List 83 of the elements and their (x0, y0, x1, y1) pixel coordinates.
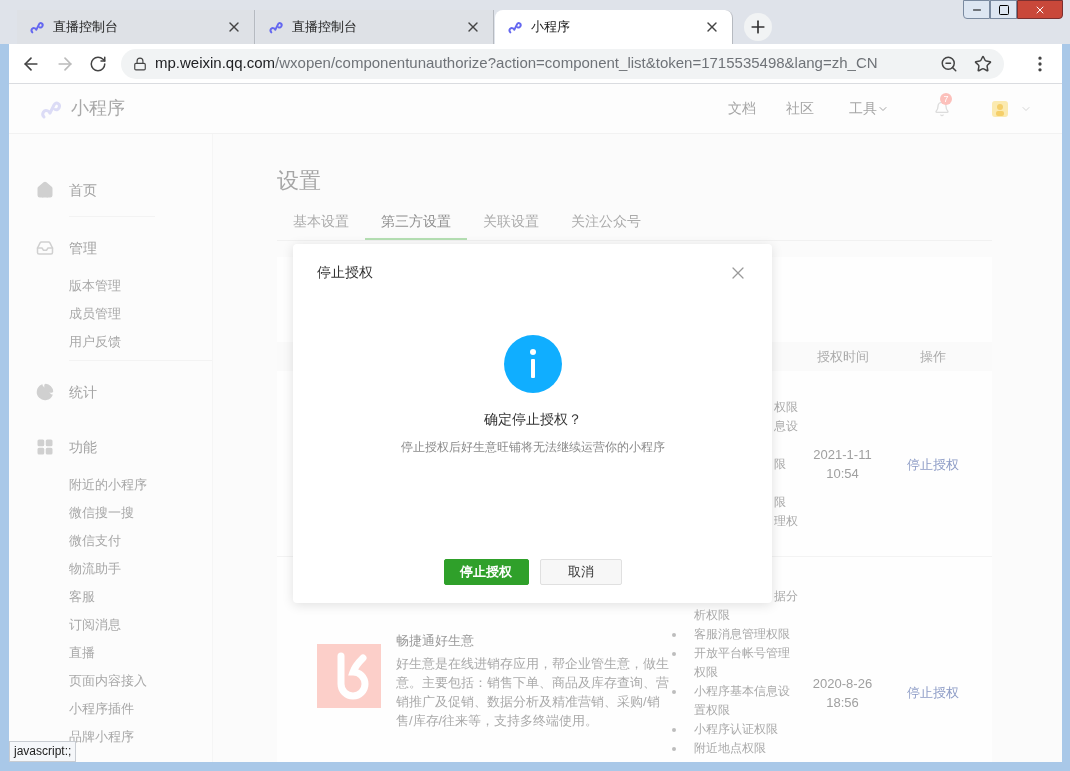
sidebar-item[interactable]: 版本管理 (69, 278, 121, 294)
permission-text: 权限 (774, 399, 798, 416)
permission-text: 息设 (774, 418, 798, 435)
column-header: 操作 (918, 347, 947, 366)
sidebar-item[interactable]: 成员管理 (69, 306, 121, 322)
browser-tab[interactable]: 直播控制台 (17, 10, 255, 44)
lock-icon (133, 56, 147, 71)
sidebar-item[interactable]: 客服 (69, 589, 95, 605)
cancel-button[interactable]: 取消 (539, 559, 622, 585)
tab-title: 小程序 (531, 18, 571, 37)
page-title: 设置 (277, 167, 322, 195)
maximize-icon (997, 3, 1010, 16)
logo-text: 小程序 (71, 97, 125, 120)
permission-text: 小程序认证权限 (694, 721, 779, 738)
permission-text: 附近地点权限 (694, 740, 767, 757)
dialog-message: 停止授权后好生意旺铺将无法继续运营你的小程序 (400, 439, 665, 456)
bookmark-star-icon[interactable] (974, 54, 992, 73)
sidebar-item[interactable]: 物流助手 (69, 561, 121, 577)
app-description: 好生意是在线进销存应用，帮企业管生意，做生意。主要包括：销售下单、商品及库存查询、营销推广及促销、数据分析及精准营销、采购/销售/库存/往来等，支持多终端使用。 (396, 655, 670, 730)
browser-tab[interactable]: 小程序 (495, 10, 733, 44)
tab-favicon-icon (29, 19, 45, 35)
home-icon (36, 181, 54, 199)
app-logo-icon (317, 644, 381, 708)
permission-text: 据分 (774, 588, 798, 605)
sidebar-section[interactable]: 管理 (69, 237, 97, 259)
bullet-icon (672, 633, 676, 637)
sidebar-item[interactable]: 页面内容接入 (69, 673, 147, 689)
settings-tab[interactable]: 关注公众号 (555, 211, 657, 240)
permission-text: 理权 (774, 513, 798, 530)
tab-title: 直播控制台 (53, 18, 119, 37)
tab-title: 直播控制台 (292, 18, 358, 37)
nav-link[interactable]: 文档 (728, 98, 756, 119)
confirm-button[interactable]: 停止授权 (443, 559, 529, 585)
sidebar-item[interactable]: 直播 (69, 645, 95, 661)
reload-icon[interactable] (89, 54, 107, 73)
auth-time: 2021-1-11 (813, 446, 872, 464)
dialog-heading: 确定停止授权？ (483, 410, 582, 429)
sidebar-section[interactable]: 首页 (69, 179, 97, 201)
settings-tab[interactable]: 基本设置 (277, 211, 365, 240)
sidebar-item[interactable]: 订阅消息 (69, 617, 121, 633)
inbox-icon (36, 239, 54, 257)
address-bar[interactable]: mp.weixin.qq.com/wxopen/componentunauthorize?action=component_list&token=1715535498&lang=zh_CN (121, 48, 1004, 79)
new-tab-button[interactable] (744, 13, 772, 41)
bullet-icon (672, 690, 676, 694)
sidebar-section[interactable]: 统计 (69, 381, 97, 403)
revoke-link[interactable]: 停止授权 (906, 455, 959, 475)
zoom-icon[interactable] (940, 54, 958, 73)
url-text: mp.weixin.qq.com/wxopen/componentunauthorize?action=component_list&token=1715535498&lang=zh_CN (155, 53, 879, 74)
auth-time: 10:54 (826, 465, 859, 483)
permission-text: 限 (774, 456, 786, 473)
sidebar-item[interactable]: 用户反馈 (69, 334, 121, 350)
sidebar-item[interactable]: 附近的小程序 (69, 477, 147, 493)
auth-time: 18:56 (826, 694, 859, 712)
permission-text: 开放平台帐号管理权限 (694, 645, 790, 681)
tab-favicon-icon (268, 19, 284, 35)
maximize-button[interactable] (990, 0, 1017, 19)
grid-icon (36, 438, 54, 456)
sidebar-item[interactable]: 微信支付 (69, 533, 121, 549)
tab-favicon-icon (507, 19, 523, 35)
sidebar-section[interactable]: 功能 (69, 436, 97, 458)
auth-time: 2020-8-26 (812, 675, 873, 693)
pie-chart-icon (36, 383, 54, 401)
revoke-link[interactable]: 停止授权 (906, 683, 959, 703)
tools-menu[interactable]: 工具 (849, 98, 889, 119)
settings-tab[interactable]: 关联设置 (467, 211, 555, 240)
permission-text: 客服消息管理权限 (694, 626, 790, 643)
minimize-button[interactable] (963, 0, 990, 19)
info-icon (503, 335, 562, 393)
bullet-icon (672, 747, 676, 751)
permission-text: 小程序基本信息设置权限 (694, 683, 790, 719)
bullet-icon (672, 728, 676, 732)
settings-tab[interactable]: 第三方设置 (365, 211, 467, 240)
browser-tab[interactable]: 直播控制台 (256, 10, 494, 44)
dialog-title: 停止授权 (317, 263, 373, 282)
column-header: 授权时间 (815, 347, 870, 366)
permission-text: 析权限 (694, 607, 730, 624)
permission-text: 限 (774, 494, 786, 511)
nav-link[interactable]: 社区 (786, 98, 814, 119)
sidebar-item[interactable]: 小程序插件 (69, 701, 134, 717)
app-name: 畅捷通好生意 (396, 632, 475, 650)
notification-badge: 7 (940, 92, 952, 105)
status-tooltip: javascript:; (9, 741, 77, 762)
bullet-icon (672, 652, 676, 656)
